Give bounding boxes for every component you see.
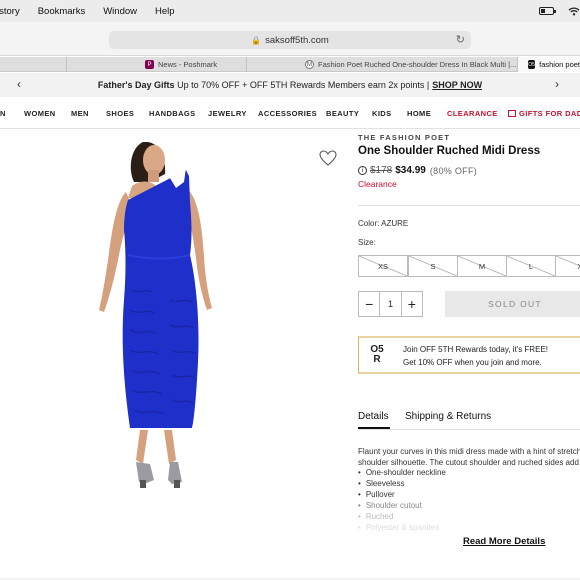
poshmark-favicon-icon: P	[145, 60, 154, 69]
list-item: Pullover	[358, 489, 580, 500]
product-brand[interactable]: THE FASHION POET	[358, 133, 450, 142]
rewards-subtext: Get 10% OFF when you join and more.	[403, 358, 542, 367]
mercari-favicon-icon: M	[305, 60, 314, 69]
decrement-button[interactable]: −	[359, 292, 379, 316]
tab-details[interactable]: Details	[358, 411, 389, 422]
off5th-rewards-logo: O5 R	[367, 345, 387, 365]
nav-item-accessories[interactable]: ACCESSORIES	[258, 109, 317, 118]
battery-icon[interactable]	[539, 7, 556, 15]
browser-tab-strip: P News - Poshmark M Fashion Poet Ruched …	[0, 57, 580, 72]
nav-item-women[interactable]: WOMEN	[24, 109, 56, 118]
info-icon[interactable]: i	[358, 166, 367, 175]
promo-banner: ‹ Father's Day Gifts Up to 70% OFF + OFF…	[0, 73, 580, 97]
menubar-status	[539, 0, 580, 22]
nav-item-handbags[interactable]: HANDBAGS	[149, 109, 196, 118]
nav-item-label: GIFTS FOR DAD	[519, 109, 580, 118]
category-nav: N WOMEN MEN SHOES HANDBAGS JEWELRY ACCES…	[0, 97, 580, 129]
feature-list: One-shoulder neckline Sleeveless Pullove…	[358, 467, 580, 533]
size-selector: XS S M L X	[358, 255, 580, 277]
list-item: Shoulder cutout	[358, 500, 580, 511]
tab-saks-active[interactable]: O5 fashion poet	[517, 57, 580, 72]
nav-item-clearance[interactable]: CLEARANCE	[447, 109, 498, 118]
size-option-xs[interactable]: XS	[358, 255, 408, 277]
rewards-logo-bottom: R	[373, 354, 381, 365]
nav-item-gifts-for-dad[interactable]: GIFTS FOR DAD	[508, 109, 580, 118]
list-item: One-shoulder neckline	[358, 467, 580, 478]
tab-title: News - Poshmark	[158, 60, 218, 69]
product-image[interactable]	[0, 130, 350, 580]
nav-item-kids[interactable]: KIDS	[372, 109, 392, 118]
rewards-banner[interactable]: O5 R Join OFF 5TH Rewards today, it's FR…	[358, 336, 580, 374]
shop-now-link[interactable]: SHOP NOW	[432, 80, 482, 90]
dress-shape	[122, 170, 199, 428]
size-option-m[interactable]: M	[457, 255, 507, 277]
chevron-left-icon[interactable]: ‹	[17, 77, 21, 91]
url-text: saksoff5th.com	[265, 34, 329, 46]
quantity-value[interactable]: 1	[379, 292, 402, 316]
tab-title: Fashion Poet Ruched One-shoulder Dress I…	[318, 60, 517, 69]
tab-title: fashion poet	[539, 60, 580, 69]
divider	[358, 429, 580, 430]
size-option-xl[interactable]: X	[555, 255, 580, 277]
list-item: Ruched	[358, 511, 580, 522]
lock-icon: 🔒	[251, 35, 262, 45]
nav-item-beauty[interactable]: BEAUTY	[326, 109, 359, 118]
tab-poshmark-news[interactable]: P News - Poshmark	[66, 57, 246, 72]
discount-percent: (80% OFF)	[429, 165, 478, 176]
nav-item-shoes[interactable]: SHOES	[106, 109, 134, 118]
product-description: Flaunt your curves in this midi dress ma…	[358, 446, 580, 468]
menu-history[interactable]: istory	[0, 6, 20, 17]
list-item: Polyester & spandex	[358, 522, 580, 533]
address-bar[interactable]: 🔒 saksoff5th.com ↻	[109, 31, 471, 49]
list-item: Sleeveless	[358, 478, 580, 489]
size-option-l[interactable]: L	[506, 255, 556, 277]
rewards-headline: Join OFF 5TH Rewards today, it's FREE!	[403, 345, 548, 354]
nav-item-home[interactable]: HOME	[407, 109, 431, 118]
increment-button[interactable]: +	[402, 292, 422, 316]
nav-item[interactable]: N	[0, 109, 6, 118]
saks-favicon-icon: O5	[528, 60, 536, 69]
original-price: $178	[370, 165, 393, 176]
promo-text: Up to 70% OFF + OFF 5TH Rewards Members …	[177, 80, 430, 90]
product-title: One Shoulder Ruched Midi Dress	[358, 145, 541, 157]
system-menubar: istory Bookmarks Window Help	[0, 0, 580, 22]
menu-bookmarks[interactable]: Bookmarks	[38, 6, 86, 17]
read-more-link[interactable]: Read More Details	[463, 536, 545, 547]
menu-window[interactable]: Window	[103, 6, 137, 17]
size-option-s[interactable]: S	[408, 255, 458, 277]
sold-out-button[interactable]: SOLD OUT	[445, 291, 580, 317]
sale-price: $34.99	[395, 165, 426, 176]
price-row: i $178 $34.99 (80% OFF)	[358, 165, 477, 176]
color-label: Color: AZURE	[358, 219, 409, 228]
wifi-icon[interactable]	[568, 6, 580, 16]
menu-help[interactable]: Help	[155, 6, 175, 17]
clearance-badge: Clearance	[358, 179, 397, 189]
gift-icon	[508, 110, 516, 117]
promo-headline: Father's Day Gifts	[97, 80, 175, 90]
divider	[358, 205, 580, 206]
size-label: Size:	[358, 238, 376, 247]
wishlist-heart-icon[interactable]	[319, 150, 337, 166]
description-line: Flaunt your curves in this midi dress ma…	[358, 447, 580, 456]
tab-poshmark-listing[interactable]: M Fashion Poet Ruched One-shoulder Dress…	[246, 57, 517, 72]
nav-item-men[interactable]: MEN	[71, 109, 89, 118]
nav-item-jewelry[interactable]: JEWELRY	[208, 109, 247, 118]
tab-shipping-returns[interactable]: Shipping & Returns	[405, 411, 491, 422]
quantity-stepper: − 1 +	[358, 291, 423, 317]
chevron-right-icon[interactable]: ›	[555, 77, 559, 91]
reload-icon[interactable]: ↻	[456, 33, 465, 46]
browser-toolbar: 🔒 saksoff5th.com ↻	[0, 22, 580, 56]
